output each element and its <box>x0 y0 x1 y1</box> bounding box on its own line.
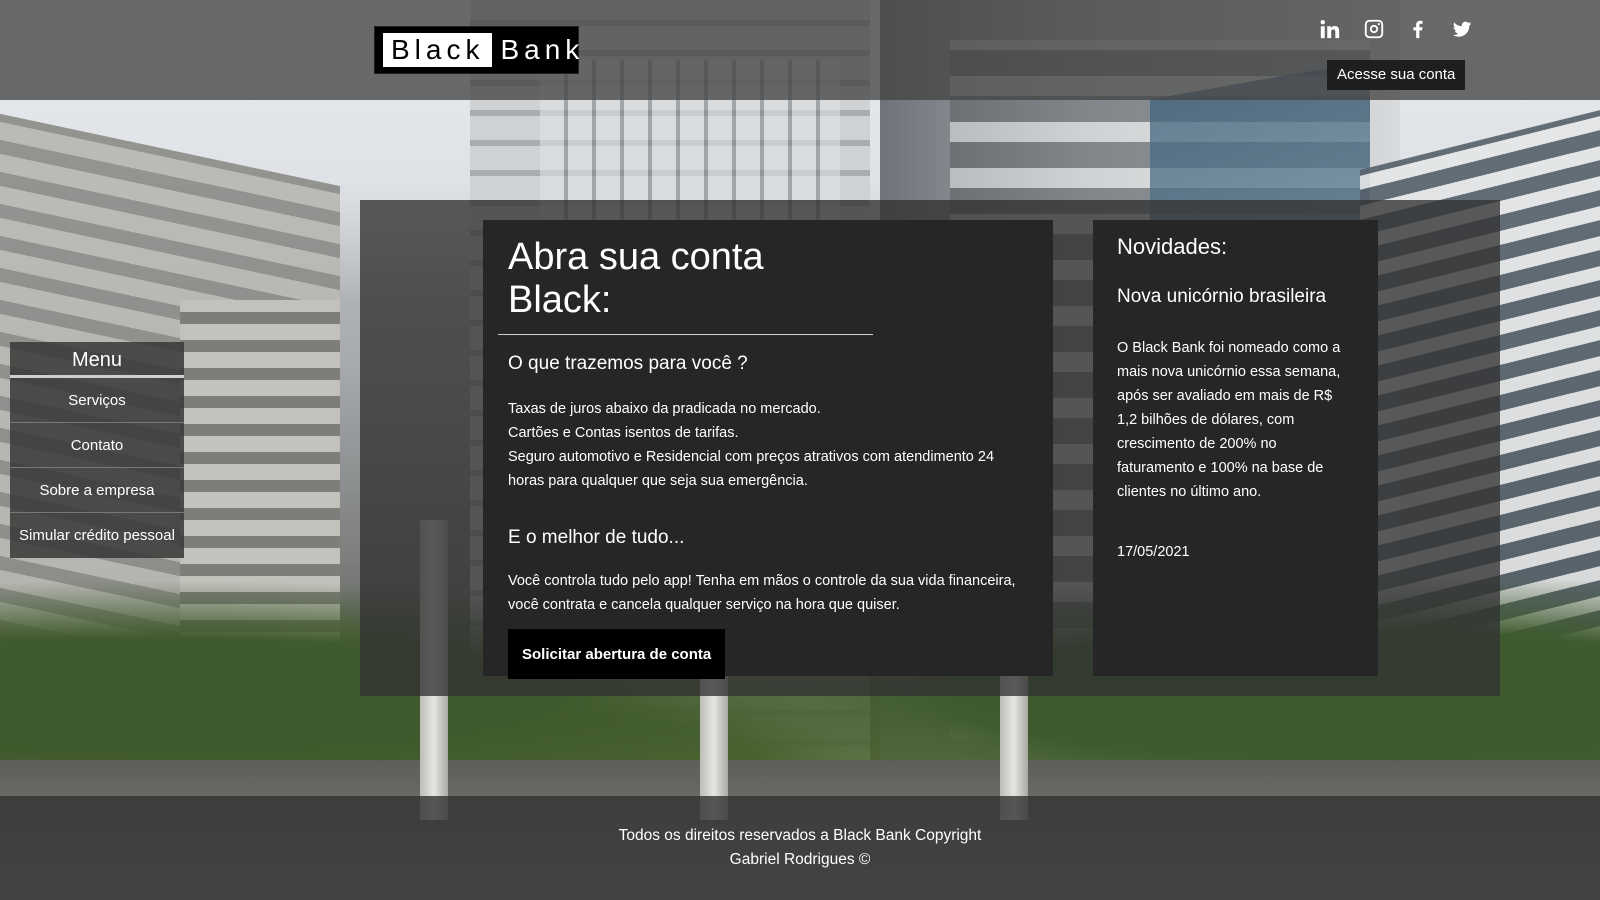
menu-item-simular-credito[interactable]: Simular crédito pessoal <box>10 513 184 558</box>
site-header: Black Bank Acesse sua conta <box>0 0 1600 100</box>
logo-word-bank: Bank <box>500 34 585 65</box>
news-card: Novidades: Nova unicórnio brasileira O B… <box>1093 220 1378 676</box>
page-title: Abra sua conta Black: <box>498 236 873 335</box>
social-links <box>1318 16 1474 42</box>
access-account-button[interactable]: Acesse sua conta <box>1327 60 1466 90</box>
logo[interactable]: Black Bank <box>374 26 579 74</box>
copyright-text: Todos os direitos reservados a Black Ban… <box>618 827 982 868</box>
menu-item-sobre[interactable]: Sobre a empresa <box>10 468 184 513</box>
best-of-all-heading: E o melhor de tudo... <box>508 527 685 548</box>
news-title: Novidades: <box>1117 234 1228 259</box>
twitter-icon[interactable] <box>1450 16 1474 42</box>
linkedin-icon[interactable] <box>1318 16 1342 42</box>
logo-word-black: Black <box>383 33 493 67</box>
site-footer: Todos os direitos reservados a Black Ban… <box>0 796 1600 900</box>
instagram-icon[interactable] <box>1362 16 1386 42</box>
open-account-card: Abra sua conta Black: O que trazemos par… <box>483 220 1053 679</box>
side-menu: Menu Serviços Contato Sobre a empresa Si… <box>10 342 184 558</box>
menu-item-contato[interactable]: Contato <box>10 423 184 468</box>
menu-item-servicos[interactable]: Serviços <box>10 378 184 423</box>
benefit-item: Seguro automotivo e Residencial com preç… <box>508 449 995 489</box>
news-body: O Black Bank foi nomeado como a mais nov… <box>1117 340 1341 500</box>
request-account-button[interactable]: Solicitar abertura de conta <box>508 629 726 679</box>
benefits-heading: O que trazemos para você ? <box>508 353 748 374</box>
news-date: 17/05/2021 <box>1117 544 1190 560</box>
benefit-item: Cartões e Contas isentos de tarifas. <box>508 425 739 441</box>
benefit-item: Taxas de juros abaixo da pradicada no me… <box>508 401 821 417</box>
facebook-icon[interactable] <box>1406 16 1430 42</box>
benefits-list: Taxas de juros abaixo da pradicada no me… <box>508 397 1028 493</box>
menu-title: Menu <box>10 342 184 378</box>
news-headline: Nova unicórnio brasileira <box>1117 286 1327 307</box>
app-control-text: Você controla tudo pelo app! Tenha em mã… <box>508 573 1016 613</box>
